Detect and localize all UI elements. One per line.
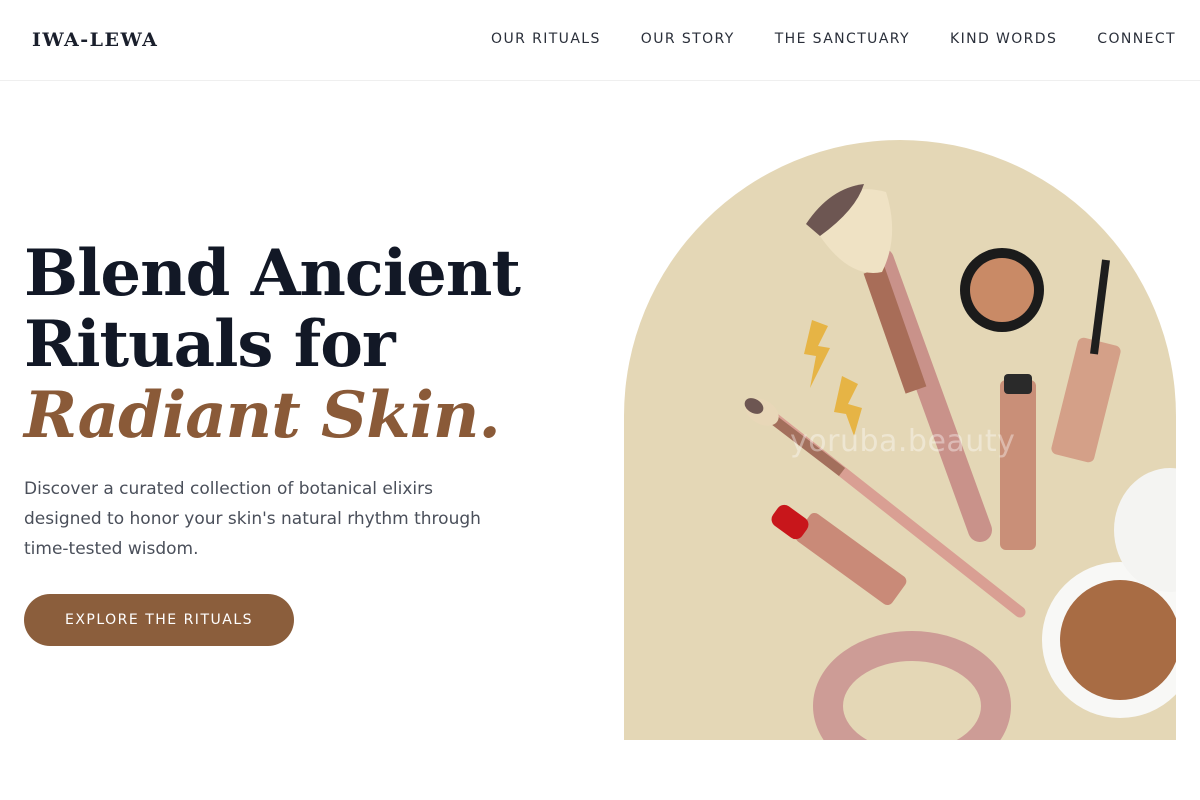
hero-title-line-1: Blend Ancient (24, 236, 521, 311)
nav-link-our-story[interactable]: OUR STORY (641, 31, 735, 47)
lipstick (771, 504, 907, 606)
hero-title: Blend Ancient Rituals for Radiant Skin. (24, 238, 584, 451)
nav-link-our-rituals[interactable]: OUR RITUALS (491, 31, 601, 47)
nav-link-connect[interactable]: CONNECT (1097, 31, 1176, 47)
mascara (1000, 374, 1036, 550)
eyeliner (1051, 259, 1121, 463)
powder-brush (806, 184, 992, 542)
main-nav: OUR RITUALS OUR STORY THE SANCTUARY KIND… (491, 31, 1176, 47)
hero-description: Discover a curated collection of botanic… (24, 479, 481, 559)
cream-compact (960, 248, 1044, 332)
nav-link-kind-words[interactable]: KIND WORDS (950, 31, 1057, 47)
hero-title-accent: Radiant Skin. (24, 378, 501, 453)
explore-rituals-button[interactable]: EXPLORE THE RITUALS (24, 594, 294, 646)
site-header: IWA-LEWA OUR RITUALS OUR STORY THE SANCT… (0, 0, 1200, 81)
nav-link-the-sanctuary[interactable]: THE SANCTUARY (775, 31, 910, 47)
powder-compact (1042, 468, 1176, 718)
hero-product-image: yoruba.beauty (624, 140, 1176, 740)
image-watermark: yoruba.beauty (790, 424, 1016, 459)
brand-logo[interactable]: IWA-LEWA (32, 29, 158, 51)
lightning-earrings (804, 320, 862, 436)
hero-title-line-2: Rituals for (24, 307, 396, 382)
velvet-scrunchie (813, 631, 1011, 740)
